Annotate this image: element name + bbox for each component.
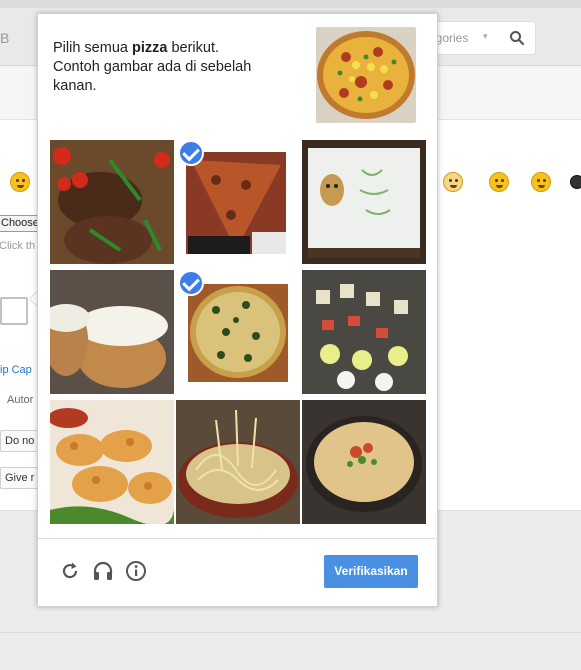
image-tile-selected[interactable] (176, 140, 300, 264)
emoji-icon[interactable] (570, 175, 581, 189)
background-link[interactable]: ip Cap (0, 364, 32, 376)
challenge-instructions: Pilih semua pizza berikut. Contoh gambar… (53, 39, 293, 96)
give-button[interactable]: Give r (0, 467, 40, 489)
image-tile[interactable] (50, 140, 174, 264)
info-icon[interactable] (125, 560, 147, 582)
image-tile[interactable] (50, 270, 174, 394)
emoji-icon[interactable] (489, 172, 509, 192)
emoji-icon[interactable] (10, 172, 30, 192)
verify-button[interactable]: Verifikasikan (324, 555, 418, 588)
selected-check-icon (178, 270, 204, 296)
prompt-suffix: berikut. (171, 40, 220, 56)
background-divider (0, 632, 581, 633)
reload-icon[interactable] (59, 560, 81, 582)
background-top-strip (0, 0, 581, 8)
recaptcha-checkbox[interactable] (0, 297, 28, 325)
search-icon[interactable] (509, 30, 525, 46)
image-tile[interactable] (302, 400, 426, 524)
headphones-icon[interactable] (92, 560, 114, 582)
prompt-keyword: pizza (131, 40, 168, 56)
click-hint-text: Click th (0, 240, 36, 252)
emoji-icon[interactable] (531, 172, 551, 192)
image-tile[interactable] (176, 400, 300, 524)
prompt-line-2: Contoh gambar ada di sebelah kanan. (53, 59, 252, 94)
image-tile[interactable] (302, 270, 426, 394)
emoji-icon[interactable] (443, 172, 463, 192)
footer-divider (38, 538, 439, 539)
example-image (316, 27, 416, 123)
background-search-bar[interactable]: egories ▾ (424, 21, 536, 55)
image-tile-selected[interactable] (176, 270, 300, 394)
image-tile[interactable] (302, 140, 426, 264)
selected-check-icon (178, 140, 204, 166)
choose-file-button[interactable]: Choose (0, 215, 39, 232)
captcha-challenge-dialog: Pilih semua pizza berikut. Contoh gambar… (37, 13, 439, 607)
auto-option-text: Autor (7, 394, 34, 406)
do-not-button[interactable]: Do no (0, 430, 40, 452)
background-header-fragment: B (0, 30, 10, 46)
image-tile[interactable] (50, 400, 174, 524)
chevron-down-icon: ▾ (483, 31, 488, 41)
prompt-prefix: Pilih semua (53, 40, 128, 56)
